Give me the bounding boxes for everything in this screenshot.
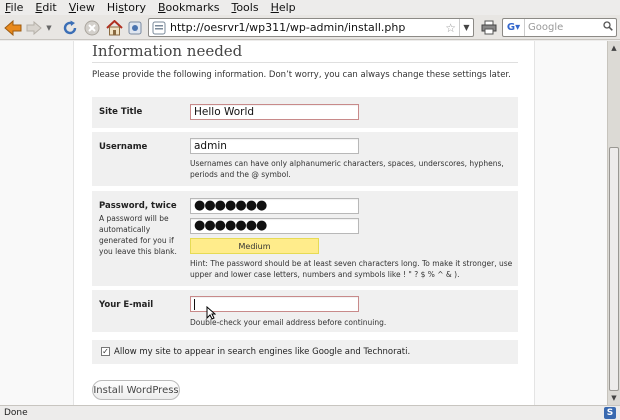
search-icon[interactable] <box>603 21 613 34</box>
scroll-down-arrow-icon[interactable]: ▼ <box>608 392 620 404</box>
email-row: Your E-mail Double-check your email addr… <box>92 290 518 332</box>
url-bar[interactable]: http://oesrvr1/wp311/wp-admin/install.ph… <box>148 18 474 37</box>
status-bar: Done S <box>0 405 620 420</box>
site-title-input[interactable]: Hello World <box>190 104 359 120</box>
menu-file[interactable]: File <box>5 1 23 14</box>
intro-text: Please provide the following information… <box>92 70 511 80</box>
username-label: Username <box>99 142 148 152</box>
page-favicon-icon <box>152 21 166 34</box>
install-wordpress-button[interactable]: Install WordPress <box>92 380 180 400</box>
home-icon <box>105 19 123 35</box>
vertical-scrollbar[interactable]: ▲ ▼ <box>607 41 620 405</box>
search-bar[interactable]: G▾ Google <box>502 18 617 37</box>
menu-history[interactable]: History <box>107 1 146 14</box>
mouse-cursor-icon <box>206 306 216 320</box>
username-row: Username admin Usernames can have only a… <box>92 132 518 186</box>
forward-arrow-icon <box>26 20 42 35</box>
home-button[interactable] <box>104 18 124 37</box>
username-input[interactable]: admin <box>190 138 359 154</box>
stop-icon <box>84 20 100 35</box>
reload-button[interactable] <box>60 18 80 37</box>
history-dropdown-icon[interactable]: ▼ <box>45 23 53 33</box>
scrollbar-thumb[interactable] <box>609 147 619 391</box>
reload-icon <box>63 20 77 34</box>
password-row: Password, twice A password will be autom… <box>92 191 518 286</box>
url-dropdown-icon[interactable]: ▼ <box>459 19 473 36</box>
page-title: Information needed <box>92 42 243 60</box>
navigation-toolbar: ▼ http://oesrvr1/wp311/wp-admin/install.… <box>0 15 620 40</box>
printer-icon <box>481 20 497 35</box>
menu-view[interactable]: View <box>69 1 95 14</box>
stop-button[interactable] <box>82 18 102 37</box>
page-info-button[interactable] <box>126 18 144 37</box>
page-viewport: Information needed Please provide the fo… <box>0 41 607 405</box>
forward-button[interactable] <box>25 18 43 37</box>
status-addon-icon[interactable]: S <box>604 407 616 419</box>
search-input[interactable]: Google <box>528 22 603 33</box>
email-label: Your E-mail <box>99 300 154 310</box>
privacy-label: Allow my site to appear in search engine… <box>114 347 411 357</box>
password-label: Password, twice <box>99 201 177 211</box>
google-engine-icon[interactable]: G▾ <box>503 19 525 36</box>
menu-help[interactable]: Help <box>271 1 296 14</box>
menu-bar: File Edit View History Bookmarks Tools H… <box>0 0 620 15</box>
site-title-row: Site Title Hello World <box>92 97 518 128</box>
install-form-container: Information needed Please provide the fo… <box>73 41 535 405</box>
privacy-row: ✓ Allow my site to appear in search engi… <box>92 340 518 364</box>
divider <box>92 62 518 63</box>
scroll-up-arrow-icon[interactable]: ▲ <box>608 42 620 54</box>
page-info-icon <box>128 21 142 34</box>
privacy-checkbox[interactable]: ✓ <box>101 347 110 356</box>
password-sublabel: A password will be automatically generat… <box>99 214 177 256</box>
menu-edit[interactable]: Edit <box>35 1 56 14</box>
site-title-label: Site Title <box>99 107 143 117</box>
password-hint: Hint: The password should be at least se… <box>190 259 513 279</box>
url-text: http://oesrvr1/wp311/wp-admin/install.ph… <box>170 21 406 34</box>
back-button[interactable] <box>3 18 23 37</box>
print-button[interactable] <box>480 18 498 37</box>
menu-bookmarks[interactable]: Bookmarks <box>158 1 219 14</box>
email-note: Double-check your email address before c… <box>190 318 387 327</box>
status-text: Done <box>4 408 28 418</box>
password-strength-indicator: Medium <box>190 238 319 254</box>
back-arrow-icon <box>4 19 22 36</box>
password-input-1[interactable]: ●●●●●●● <box>190 198 359 214</box>
username-note: Usernames can have only alphanumeric cha… <box>190 159 504 179</box>
password-input-2[interactable]: ●●●●●●● <box>190 218 359 234</box>
menu-tools[interactable]: Tools <box>231 1 258 14</box>
bookmark-star-icon[interactable]: ☆ <box>445 21 456 35</box>
